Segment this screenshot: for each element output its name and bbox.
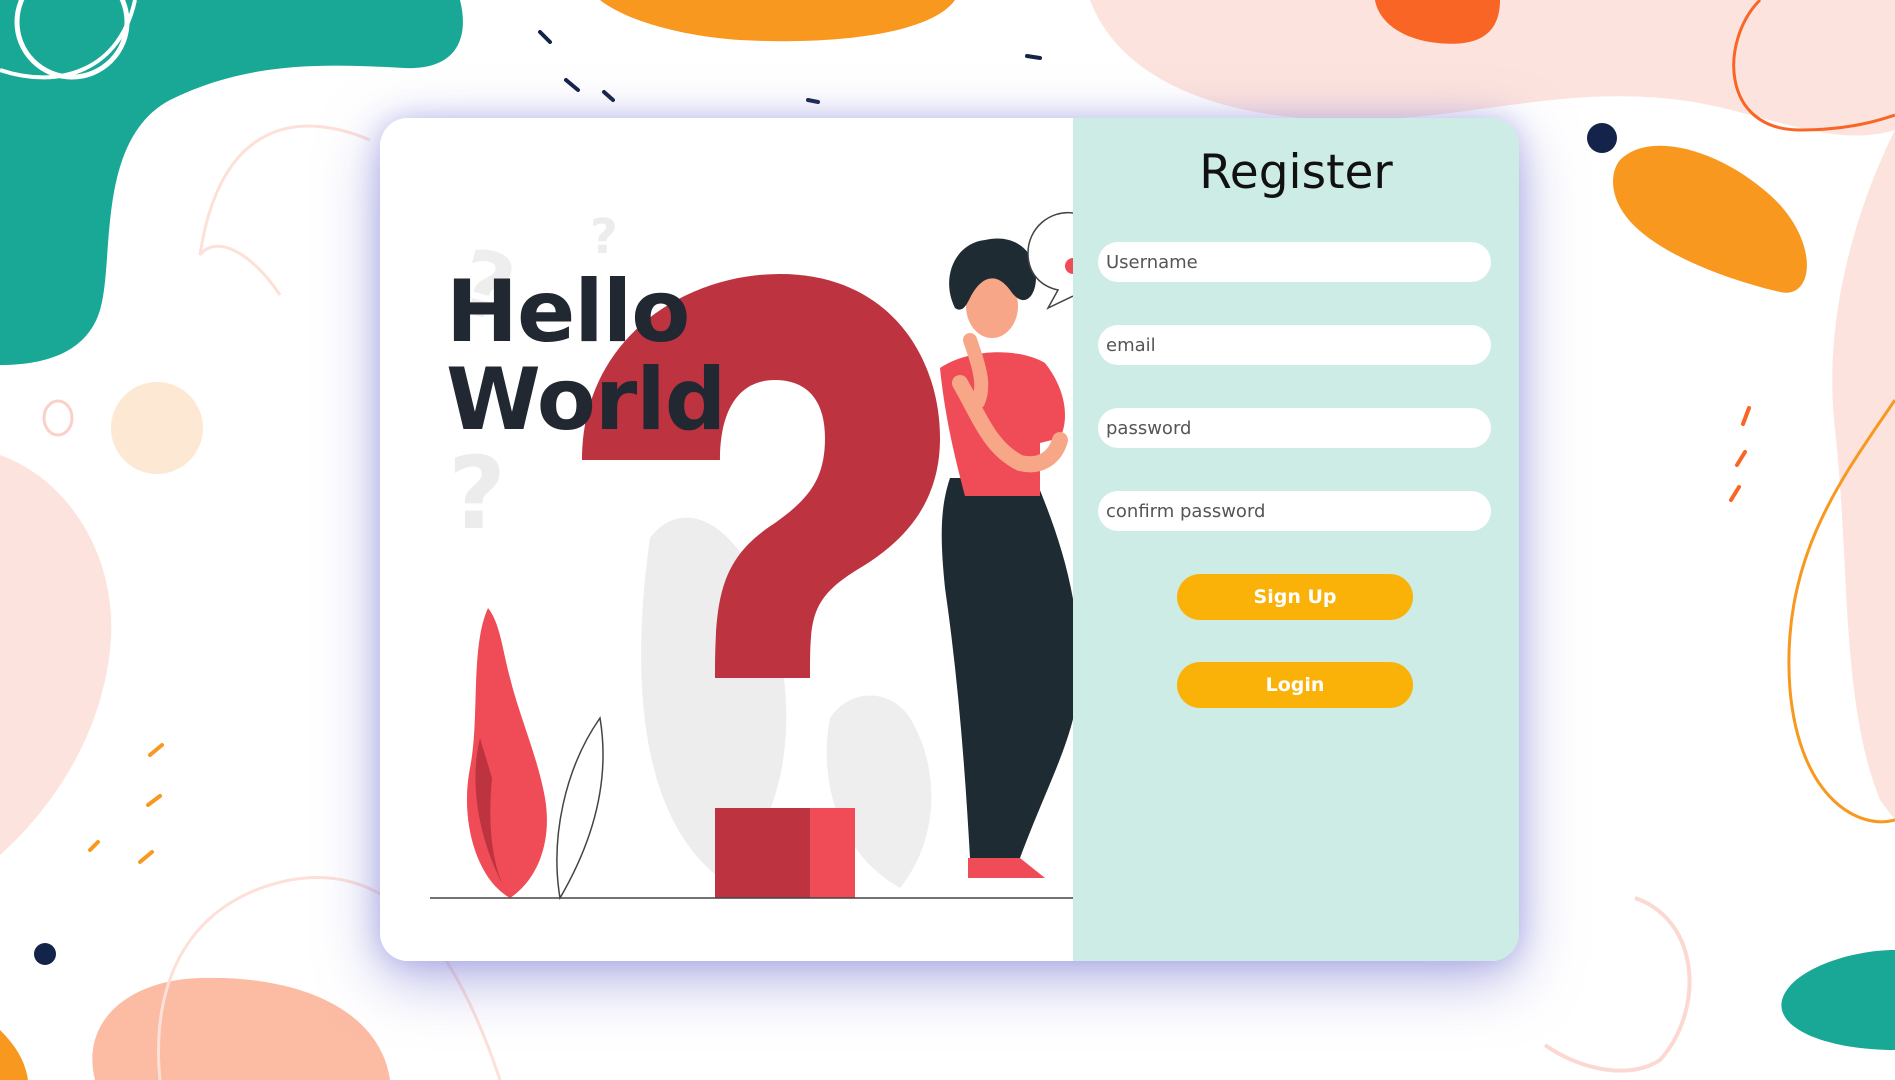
teal-blob-bottom-right <box>1781 950 1895 1050</box>
peach-shape-left <box>0 455 112 855</box>
person-trousers <box>941 478 1073 858</box>
confirm-password-input[interactable] <box>1098 491 1491 531</box>
orange-blob-top <box>600 0 955 42</box>
peach-shape-right <box>1832 130 1895 820</box>
heading-line-hello: Hello <box>446 262 690 362</box>
speech-bubble-icon <box>1027 212 1073 310</box>
faint-question-mark-3: ? <box>448 435 506 552</box>
peach-blob-bottom-left <box>92 977 391 1080</box>
person-shirt <box>940 352 1065 496</box>
peach-outline-arc-left <box>198 124 371 296</box>
navy-dot-left <box>34 943 56 965</box>
register-form-panel: Register Sign Up Login <box>1073 118 1519 961</box>
register-card: ? ? ? Hello World Register Username emai… <box>380 118 1519 961</box>
password-input[interactable] <box>1098 408 1491 448</box>
faint-question-mark-2: ? <box>590 209 618 265</box>
person-shoe <box>968 858 1045 878</box>
navy-dot-right <box>1587 123 1617 153</box>
signup-button[interactable]: Sign Up <box>1177 574 1413 620</box>
cream-blob-left <box>111 382 203 474</box>
outline-plant-icon <box>556 716 604 901</box>
orange-corner-bottom-left <box>0 1030 28 1080</box>
login-button[interactable]: Login <box>1177 662 1413 708</box>
orange-leaf-right <box>1613 145 1807 293</box>
thinking-illustration: ? ? ? <box>430 209 1073 901</box>
dash-marks-left <box>88 743 164 864</box>
thinking-person-icon <box>940 238 1073 878</box>
email-input[interactable] <box>1098 325 1491 365</box>
register-title: Register <box>1199 145 1393 200</box>
peach-curve-bottom-right <box>1543 896 1692 1073</box>
dash-marks-top <box>538 30 1042 104</box>
illustration-panel: ? ? ? Hello World <box>380 118 1073 961</box>
outline-egg-left <box>42 399 74 437</box>
username-input[interactable] <box>1098 242 1491 282</box>
dash-marks-right <box>1729 406 1751 502</box>
hello-world-heading: Hello World <box>446 262 726 450</box>
heading-line-world: World <box>446 350 726 450</box>
question-mark-dot-highlight <box>810 808 855 898</box>
